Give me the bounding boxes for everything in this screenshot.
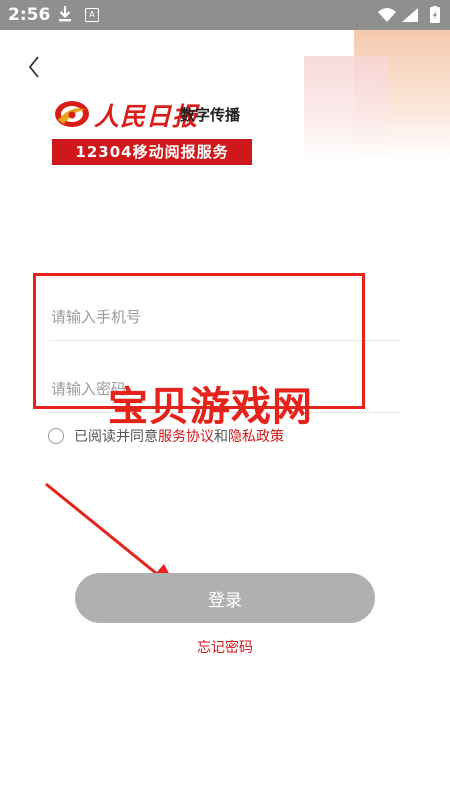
forgot-password-link[interactable]: 忘记密码: [0, 637, 450, 657]
agreement-prefix: 已阅读并同意: [74, 429, 158, 445]
chevron-left-icon[interactable]: [22, 52, 46, 82]
agreement-radio[interactable]: [48, 428, 64, 444]
wifi-icon: [378, 8, 396, 22]
battery-icon: [430, 6, 440, 23]
privacy-policy-link[interactable]: 隐私政策: [228, 429, 284, 445]
service-banner: 12304移动阅报服务: [52, 139, 252, 165]
status-bar: 2:56 A: [0, 0, 450, 30]
service-agreement-link[interactable]: 服务协议: [158, 429, 214, 445]
watermark-text: 宝贝游戏网: [108, 384, 313, 430]
download-icon: [59, 6, 71, 22]
brand-subtitle: 数字传播: [180, 106, 241, 124]
login-button[interactable]: 登录: [75, 573, 375, 623]
signal-icon: [402, 8, 418, 22]
app-notification-icon: A: [85, 8, 99, 22]
brand-logo: 人民日报 数字传播: [52, 96, 262, 136]
agreement-conjunction: 和: [214, 429, 228, 445]
agreement-text: 已阅读并同意服务协议和隐私政策: [74, 428, 284, 446]
phone-input[interactable]: [51, 304, 391, 330]
decorative-gradient-secondary: [304, 56, 388, 164]
phone-field: [49, 294, 401, 341]
peoples-daily-logo-icon: [55, 101, 89, 127]
system-icons: [378, 6, 440, 23]
status-time: 2:56: [8, 5, 51, 25]
